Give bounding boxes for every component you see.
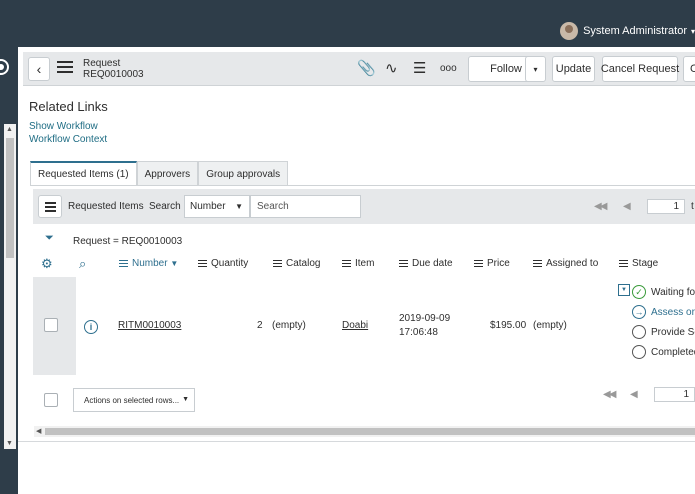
related-links-title: Related Links: [29, 99, 108, 114]
chevron-left-icon: ‹: [36, 61, 42, 77]
column-header-assigned-to[interactable]: Assigned to: [533, 258, 598, 269]
ritm-number-link[interactable]: RITM0010003: [118, 320, 181, 331]
list-menu-button[interactable]: [38, 195, 62, 218]
page-total-label: t: [691, 201, 694, 212]
context-menu-icon[interactable]: [57, 61, 75, 75]
quantity-cell: 2: [257, 320, 263, 331]
paperclip-icon[interactable]: 📎: [357, 60, 376, 78]
previous-page-icon[interactable]: ◀: [623, 201, 631, 212]
requested-items-list: Requested Items Search Number ▼ Search ◀…: [33, 189, 695, 237]
check-circle-icon: ✓: [632, 285, 646, 299]
actions-label: Actions on selected rows...: [84, 396, 180, 405]
circle-icon: [632, 345, 646, 359]
scroll-up-icon[interactable]: ▲: [6, 126, 13, 133]
follow-dropdown-button[interactable]: ▾: [525, 56, 546, 82]
circle-icon: [632, 325, 646, 339]
column-header-number[interactable]: Number ▼: [119, 258, 178, 269]
workflow-context-link[interactable]: Workflow Context: [29, 134, 107, 145]
column-header-item[interactable]: Item: [342, 258, 374, 269]
activity-icon[interactable]: ∿: [385, 60, 398, 78]
column-header-due-date[interactable]: Due date: [399, 258, 453, 269]
scroll-left-icon[interactable]: ◀: [36, 427, 41, 435]
stage-collapse-icon[interactable]: ▼: [618, 284, 630, 296]
chevron-down-icon: ▼: [182, 396, 189, 403]
related-lists-tabs: Requested Items (1) Approvers Group appr…: [30, 161, 289, 186]
tab-requested-items[interactable]: Requested Items (1): [30, 161, 137, 186]
select-all-checkbox[interactable]: [44, 393, 58, 407]
arrow-right-circle-icon: →: [632, 305, 646, 319]
scrollbar-thumb[interactable]: [6, 138, 14, 258]
horizontal-scrollbar[interactable]: ◀: [34, 426, 695, 437]
due-date-cell: 2019-09-09: [399, 313, 451, 324]
update-button[interactable]: Update: [552, 56, 595, 82]
page-number-input[interactable]: 1: [647, 199, 685, 214]
actions-select[interactable]: Actions on selected rows... ▼: [73, 388, 195, 412]
column-header-catalog[interactable]: Catalog: [273, 258, 320, 269]
chevron-down-icon: ▾: [690, 26, 695, 36]
catalog-cell: (empty): [272, 320, 306, 331]
search-icon[interactable]: ⌕: [79, 256, 86, 272]
user-name: System Administrator: [583, 25, 687, 37]
content-divider: [18, 441, 695, 442]
breadcrumb[interactable]: Request = REQ0010003: [73, 236, 182, 247]
previous-page-icon-bottom[interactable]: ◀: [630, 389, 638, 400]
search-field-value: Number: [190, 201, 226, 212]
sort-desc-icon: ▼: [170, 259, 179, 268]
price-cell: $195.00: [490, 320, 527, 331]
page-number-input-bottom[interactable]: 1: [654, 387, 695, 402]
gear-icon[interactable]: ⚙: [41, 256, 53, 272]
record-title: Request REQ0010003: [83, 58, 144, 80]
stage-provide: Provide Se: [632, 325, 695, 339]
filter-icon[interactable]: ⏷: [45, 232, 54, 245]
form-header: ‹ Request REQ0010003 📎 ∿ ☰ ooo Follow ▾ …: [23, 52, 695, 86]
user-menu[interactable]: System Administrator ▾: [560, 22, 695, 40]
due-time-cell: 17:06:48: [399, 327, 438, 338]
stage-assess: → Assess or S: [632, 305, 695, 319]
personalize-icon[interactable]: ☰: [413, 60, 426, 78]
first-page-icon-bottom[interactable]: ◀◀: [603, 389, 616, 400]
column-header-price[interactable]: Price: [474, 258, 510, 269]
scroll-down-icon[interactable]: ▼: [6, 440, 13, 447]
stage-completed: Completed: [632, 345, 695, 359]
row-checkbox[interactable]: [44, 318, 58, 332]
vertical-scrollbar[interactable]: ▲ ▼: [4, 124, 16, 449]
more-options-icon[interactable]: ooo: [440, 60, 457, 78]
record-type: Request: [83, 58, 121, 69]
cancel-request-button[interactable]: Cancel Request: [601, 56, 679, 82]
search-label: Search: [149, 201, 181, 212]
tab-approvers[interactable]: Approvers: [136, 161, 199, 186]
back-button[interactable]: ‹: [28, 57, 50, 81]
stage-waiting: ✓ Waiting for: [632, 285, 695, 299]
scrollbar-thumb[interactable]: [45, 428, 695, 435]
search-field-select[interactable]: Number ▼: [184, 195, 250, 218]
search-input[interactable]: Search: [250, 195, 361, 218]
info-icon[interactable]: i: [84, 320, 98, 334]
list-title: Requested Items: [68, 201, 144, 212]
column-header-quantity[interactable]: Quantity: [198, 258, 248, 269]
tab-divider: [30, 185, 695, 186]
column-header-stage[interactable]: Stage: [619, 258, 658, 269]
nav-toggle-icon[interactable]: [0, 59, 9, 75]
show-workflow-link[interactable]: Show Workflow: [29, 121, 98, 132]
list-toolbar: Requested Items Search Number ▼ Search ◀…: [33, 189, 695, 224]
top-navigation-bar: System Administrator ▾: [0, 0, 695, 47]
user-avatar: [560, 22, 579, 40]
record-number: REQ0010003: [83, 69, 144, 80]
more-actions-button[interactable]: C: [683, 56, 695, 82]
chevron-down-icon: ▼: [235, 202, 243, 211]
tab-group-approvals[interactable]: Group approvals: [198, 161, 289, 186]
item-link[interactable]: Doabi: [342, 320, 368, 331]
assigned-to-cell: (empty): [533, 320, 567, 331]
first-page-icon[interactable]: ◀◀: [594, 201, 607, 212]
